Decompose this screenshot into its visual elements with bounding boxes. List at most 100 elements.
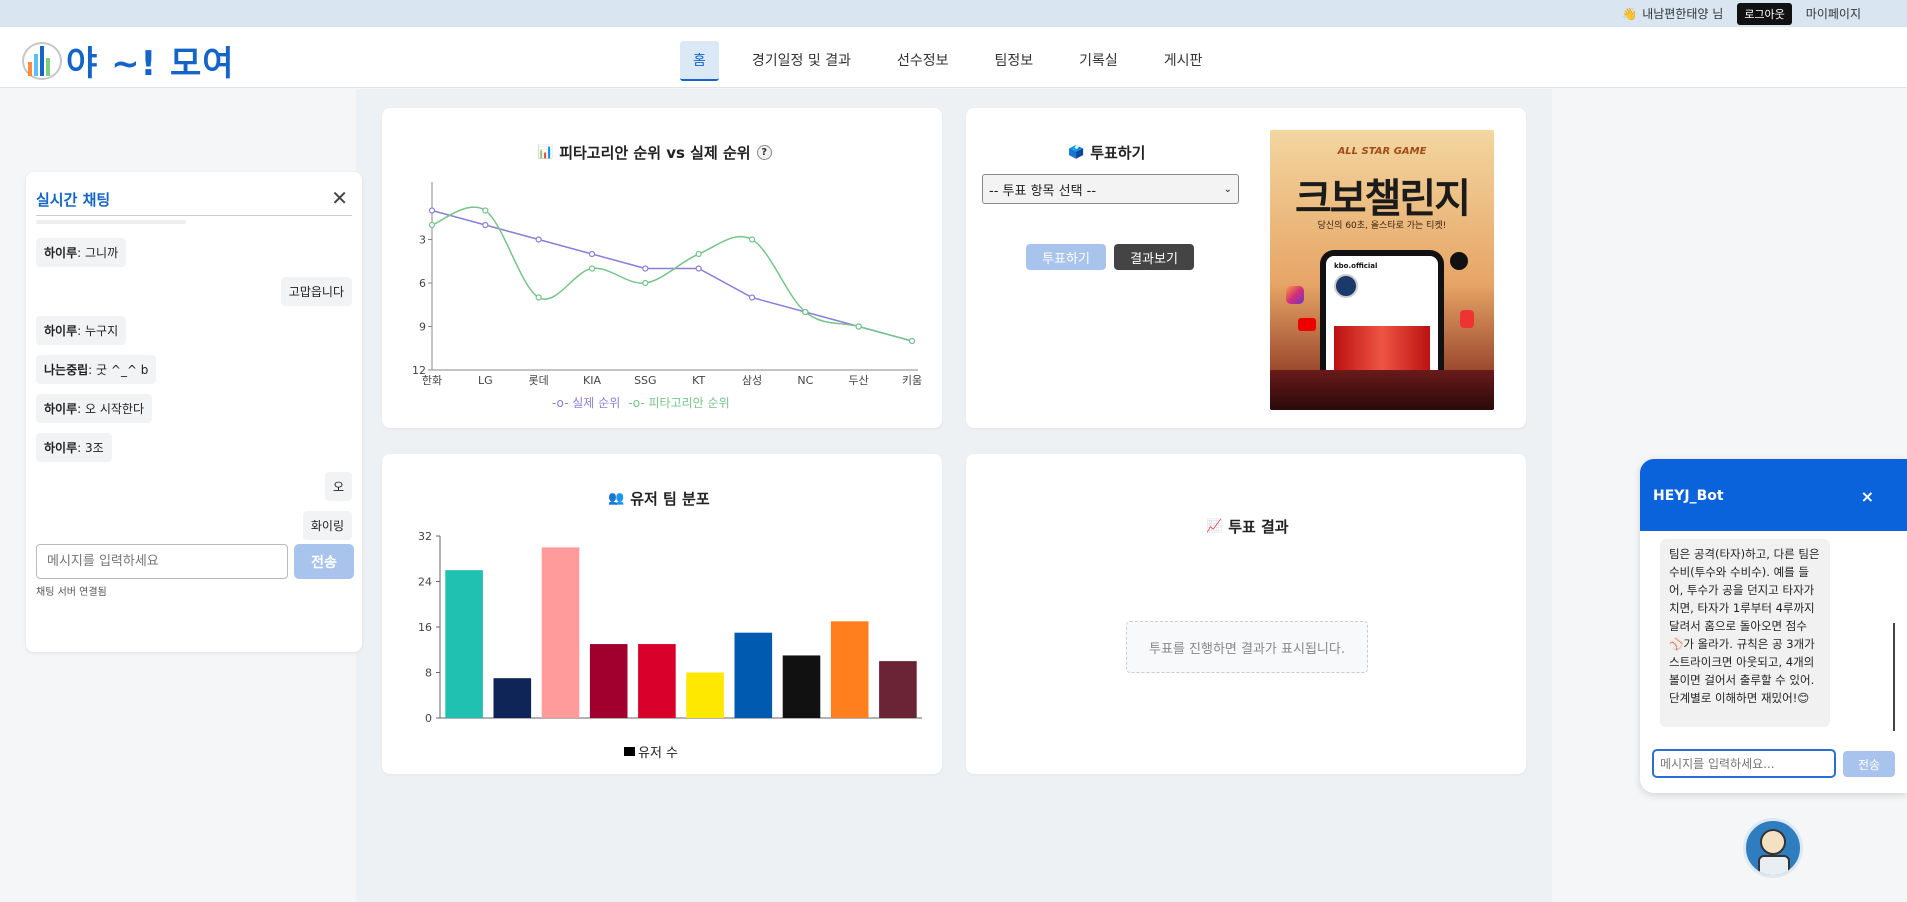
pythagorean-legend: -o- 실제 순위 -o- 피타고리안 순위 xyxy=(552,394,730,411)
top-bar: 👋 내남편한태양 님 로그아웃 마이페이지 xyxy=(0,0,1907,27)
vote-result-card: 📈 투표 결과 투표를 진행하면 결과가 표시됩니다. xyxy=(966,454,1526,774)
site-header: 야 ~! 모여 홈 경기일정 및 결과 선수정보 팀정보 기록실 게시판 xyxy=(0,27,1907,88)
vote-select-value: -- 투표 항목 선택 -- xyxy=(989,183,1097,199)
bar xyxy=(493,678,532,718)
nav-board[interactable]: 게시판 xyxy=(1151,41,1216,81)
instagram-icon xyxy=(1286,286,1304,304)
chevron-down-icon: ⌄ xyxy=(1223,183,1232,195)
allstar-challenge-poster[interactable]: ALL STAR GAME 크보챌린지 당신의 60초, 올스타로 가는 티켓!… xyxy=(1270,130,1494,410)
chatbot-message: 팀은 공격(타자)하고, 다른 팀은 수비(투수와 수비수). 예를 들어, 투… xyxy=(1660,539,1830,727)
legend-pyth-label: 피타고리안 순위 xyxy=(648,396,730,410)
chat-send-button[interactable]: 전송 xyxy=(294,544,354,579)
logout-button[interactable]: 로그아웃 xyxy=(1737,2,1792,25)
bar xyxy=(589,644,628,718)
poster-top-text: ALL STAR GAME xyxy=(1337,146,1427,157)
x-tick-label: 두산 xyxy=(849,374,869,387)
legend-pyth-item[interactable]: -o- 피타고리안 순위 xyxy=(628,394,729,411)
chat-user: 하이루 xyxy=(44,246,78,260)
chat-text: 오 시작한다 xyxy=(84,402,144,416)
chat-message-mine: 고맙읍니다 xyxy=(280,277,352,306)
nav-records[interactable]: 기록실 xyxy=(1066,41,1131,81)
x-tick-label: KIA xyxy=(583,374,601,387)
vote-submit-button[interactable]: 투표하기 xyxy=(1026,244,1106,270)
vote-card: 🗳️ 투표하기 -- 투표 항목 선택 -- ⌄ 투표하기 결과보기 ALL S… xyxy=(966,108,1526,428)
data-point xyxy=(748,236,756,243)
close-icon[interactable]: × xyxy=(1861,487,1874,506)
data-point xyxy=(855,323,862,330)
nav-schedule[interactable]: 경기일정 및 결과 xyxy=(739,41,864,81)
vote-results-button[interactable]: 결과보기 xyxy=(1114,244,1194,270)
poster-phone-screen: kbo.official xyxy=(1326,256,1438,384)
bar xyxy=(686,672,724,718)
vote-result-empty-state: 투표를 진행하면 결과가 표시됩니다. xyxy=(1126,621,1368,673)
poster-stadium xyxy=(1270,370,1494,410)
data-point xyxy=(748,294,756,301)
chat-user: 하이루 xyxy=(44,324,78,338)
chat-message: 하이루: 오 시작한다 xyxy=(36,394,152,423)
chat-message-input[interactable] xyxy=(36,544,288,579)
chatbot-name: HEYJ_Bot xyxy=(1653,488,1724,504)
data-point xyxy=(482,207,489,214)
mypage-link[interactable]: 마이페이지 xyxy=(1806,5,1861,22)
chat-message: 나는중립: 굿 ^_^ b xyxy=(36,355,157,384)
x-tick-label: 한화 xyxy=(422,374,442,387)
chatbot-input[interactable] xyxy=(1652,749,1836,778)
poster-account-name: kbo.official xyxy=(1334,262,1378,270)
legend-actual-label: 실제 순위 xyxy=(572,396,621,410)
bar-legend-label: 유저 수 xyxy=(638,746,679,761)
chat-text: 누구지 xyxy=(84,324,119,338)
user-greeting-text: 내남편한태양 님 xyxy=(1642,7,1724,21)
vote-result-title: 📈 투표 결과 xyxy=(1206,516,1289,537)
data-point xyxy=(642,279,649,287)
x-tick-label: KT xyxy=(692,374,705,387)
poster-account-avatar xyxy=(1334,274,1358,298)
data-point xyxy=(908,337,916,345)
logo-chart-icon xyxy=(22,41,62,80)
user-greeting: 👋 내남편한태양 님 xyxy=(1622,5,1723,22)
nav-teams[interactable]: 팀정보 xyxy=(981,41,1046,81)
chat-text: 3조 xyxy=(84,441,104,455)
x-tick-label: SSG xyxy=(634,374,657,387)
bar-legend[interactable]: 유저 수 xyxy=(624,742,678,761)
chat-user: 하이루 xyxy=(44,402,78,416)
bar xyxy=(830,621,869,718)
y-tick-label: 0 xyxy=(425,712,432,725)
nav-players[interactable]: 선수정보 xyxy=(884,41,962,81)
logo-text: 야 ~! 모여 xyxy=(66,44,235,84)
pythagorean-line-chart: 36912한화 LG 롯데 KIA SSG KT 삼성 NC 두산 키움 xyxy=(412,182,922,387)
x-tick-label: NC xyxy=(797,374,813,387)
data-point xyxy=(588,250,596,258)
legend-actual-item[interactable]: -o- 실제 순위 xyxy=(552,394,620,411)
x-tick-label: 키움 xyxy=(902,374,922,387)
chatbot-avatar-icon[interactable] xyxy=(1743,818,1803,878)
chat-user: 하이루 xyxy=(44,441,78,455)
tiktok-icon xyxy=(1450,252,1468,270)
nav-home[interactable]: 홈 xyxy=(680,41,719,81)
chatbot-send-button[interactable]: 전송 xyxy=(1843,751,1895,777)
poster-main-text: 크보챌린지 xyxy=(1295,176,1471,222)
main-nav: 홈 경기일정 및 결과 선수정보 팀정보 기록실 게시판 xyxy=(680,41,1235,81)
data-point xyxy=(428,221,436,229)
chat-connection-status: 채팅 서버 연결됨 xyxy=(36,587,107,598)
chat-divider xyxy=(36,215,352,216)
chat-message-mine: 오 xyxy=(324,472,352,501)
chat-message-mine: 화이링 xyxy=(302,511,352,540)
chat-message: 하이루: 그니까 xyxy=(36,238,127,267)
vote-item-select[interactable]: -- 투표 항목 선택 -- ⌄ xyxy=(982,174,1239,204)
chatbot-scrollbar[interactable] xyxy=(1893,623,1895,731)
data-point xyxy=(695,265,702,272)
site-logo[interactable]: 야 ~! 모여 xyxy=(22,36,235,85)
y-tick-label: 6 xyxy=(419,277,426,290)
chatbot-header: HEYJ_Bot × xyxy=(1640,459,1907,531)
bar xyxy=(541,547,580,718)
vote-title: 🗳️ 투표하기 xyxy=(1068,142,1145,163)
bar xyxy=(734,632,773,718)
team-distribution-bar-chart: 0 8 16 24 32 xyxy=(418,530,922,725)
y-tick-label: 3 xyxy=(419,234,426,247)
y-tick-label: 16 xyxy=(418,621,432,634)
poster-phone-thumbnails xyxy=(1334,326,1430,376)
y-tick-label: 24 xyxy=(418,576,432,589)
close-icon[interactable]: ✕ xyxy=(331,186,348,210)
poster-sub-text: 당신의 60초, 올스타로 가는 티켓! xyxy=(1317,221,1447,231)
bar xyxy=(782,655,821,718)
